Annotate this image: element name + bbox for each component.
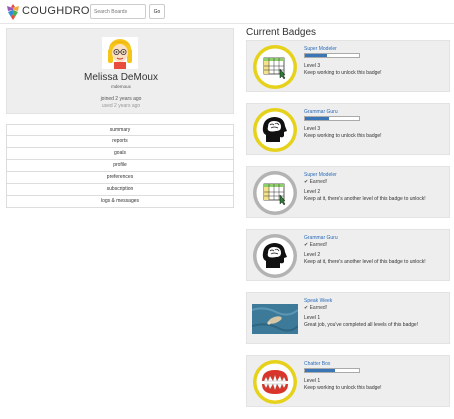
speak-week-photo[interactable] (252, 296, 298, 342)
badge-name[interactable]: Super Modeler (304, 172, 337, 178)
badge-progress-fill (305, 54, 327, 57)
badge-card: Chatter Box Level 1 Keep working to unlo… (246, 355, 450, 407)
badge-level: Level 3 (304, 63, 321, 69)
user-menu: summary reports goals profile preference… (6, 124, 234, 208)
badge-progress-bar (304, 116, 360, 121)
badge-card: Grammar Guru Level 3 Keep working to unl… (246, 103, 450, 155)
menu-item-logs-messages[interactable]: logs & messages (6, 196, 234, 208)
last-used: used 2 years ago (101, 103, 141, 109)
menu-item-reports[interactable]: reports (6, 136, 234, 148)
modeling-grid-icon[interactable] (252, 170, 298, 216)
menu-item-subscription[interactable]: subscription (6, 184, 234, 196)
modeling-grid-icon[interactable] (252, 44, 298, 90)
menu-item-preferences[interactable]: preferences (6, 172, 234, 184)
user-handle: mdemoux (111, 84, 131, 89)
badge-message: Keep at it, there's another level of thi… (304, 196, 426, 202)
avatar-icon (102, 37, 138, 69)
top-navbar: COUGHDROP Go (0, 0, 454, 24)
joined-date: joined 2 years ago (100, 96, 142, 102)
search-go-button[interactable]: Go (149, 4, 165, 19)
badge-card: Speak Week ✔ Earned! Level 1 Great job, … (246, 292, 450, 344)
badge-earned-status: ✔ Earned! (304, 305, 328, 311)
badge-earned-status: ✔ Earned! (304, 179, 328, 185)
badge-message: Keep working to unlock this badge! (304, 385, 382, 391)
search-boards-input[interactable] (90, 4, 146, 19)
badge-progress-fill (305, 117, 330, 120)
current-badges-heading: Current Badges (246, 27, 317, 38)
badge-name[interactable]: Speak Week (304, 298, 332, 304)
badge-card: Super Modeler Level 3 Keep working to un… (246, 40, 450, 92)
badge-card: Super Modeler ✔ Earned! Level 2 Keep at … (246, 166, 450, 218)
badge-level: Level 2 (304, 189, 321, 195)
badge-earned-status: ✔ Earned! (304, 242, 328, 248)
badge-progress-bar (304, 53, 360, 58)
badge-level: Level 2 (304, 252, 321, 258)
badge-progress-fill (305, 369, 335, 372)
profile-card: Melissa DeMoux mdemoux joined 2 years ag… (6, 28, 234, 114)
badge-name[interactable]: Grammar Guru (304, 235, 338, 241)
brand-name[interactable]: COUGHDROP (22, 5, 97, 17)
menu-item-goals[interactable]: goals (6, 148, 234, 160)
badge-message: Great job, you've completed all levels o… (304, 322, 419, 328)
badge-name[interactable]: Grammar Guru (304, 109, 338, 115)
chatter-teeth-icon[interactable] (252, 359, 298, 405)
brain-head-icon[interactable] (252, 107, 298, 153)
badge-message: Keep working to unlock this badge! (304, 133, 382, 139)
coughdrop-logo-icon[interactable] (4, 3, 22, 21)
badge-level: Level 1 (304, 378, 321, 384)
badge-level: Level 1 (304, 315, 321, 321)
badge-card: Grammar Guru ✔ Earned! Level 2 Keep at i… (246, 229, 450, 281)
brain-head-icon[interactable] (252, 233, 298, 279)
badge-name[interactable]: Super Modeler (304, 46, 337, 52)
badge-name[interactable]: Chatter Box (304, 361, 330, 367)
badge-message: Keep working to unlock this badge! (304, 70, 382, 76)
user-full-name: Melissa DeMoux (84, 72, 158, 83)
badge-level: Level 3 (304, 126, 321, 132)
badge-progress-bar (304, 368, 360, 373)
menu-item-summary[interactable]: summary (6, 124, 234, 136)
menu-item-profile[interactable]: profile (6, 160, 234, 172)
badge-message: Keep at it, there's another level of thi… (304, 259, 426, 265)
